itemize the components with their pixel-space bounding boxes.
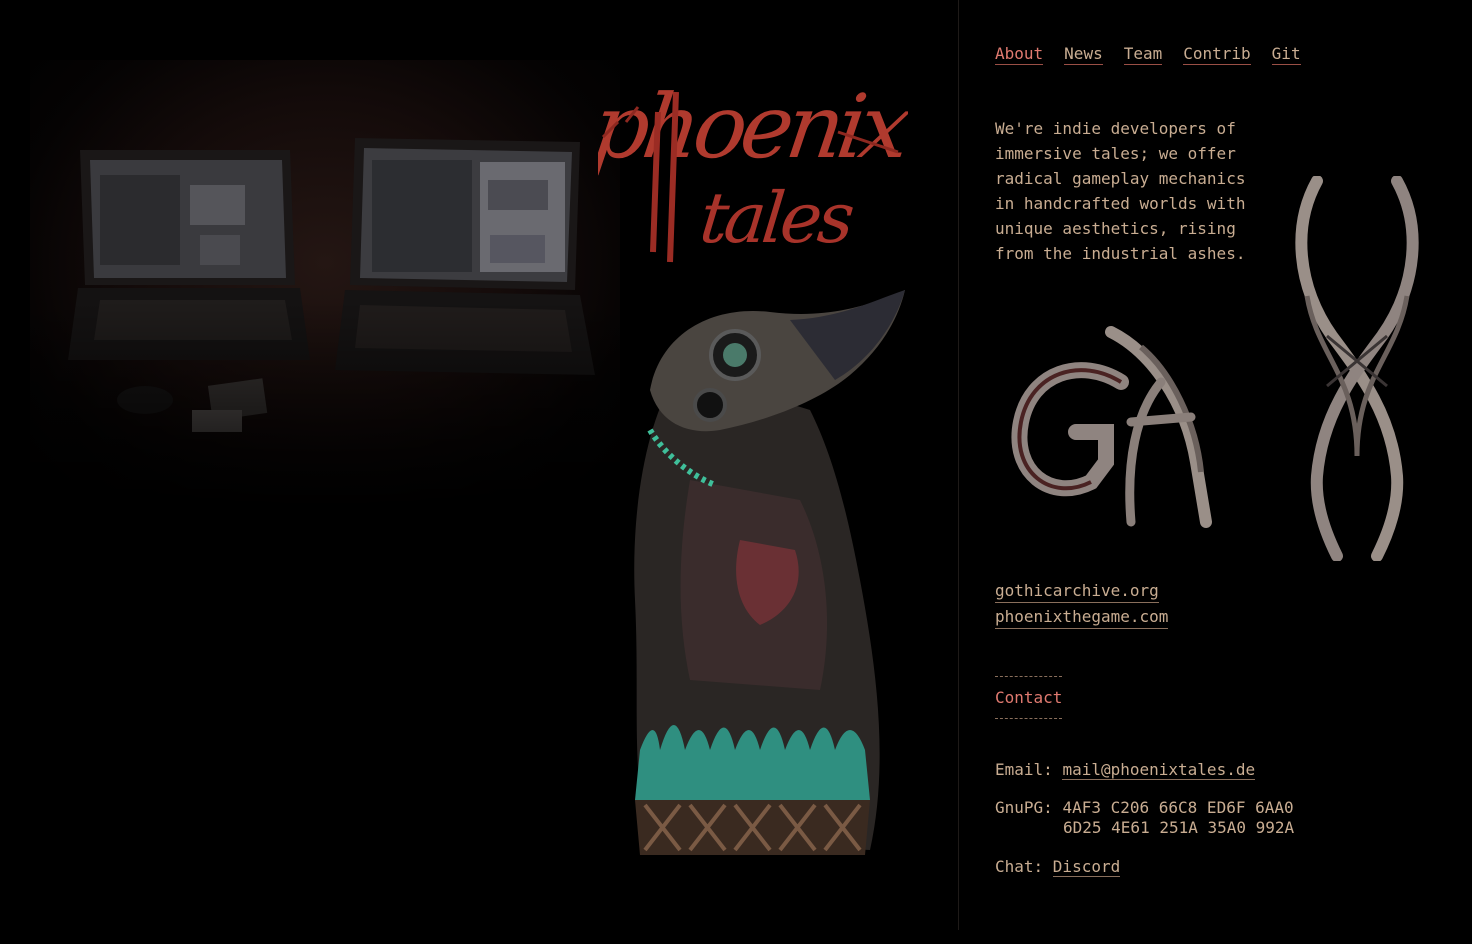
intro-text: We're indie developers of immersive tale… [995, 119, 1246, 263]
nav-news[interactable]: News [1064, 44, 1103, 65]
nav-about[interactable]: About [995, 44, 1044, 65]
photo-fade [0, 300, 640, 540]
email-link[interactable]: mail@phoenixtales.de [1062, 760, 1256, 780]
nav-git[interactable]: Git [1271, 44, 1301, 65]
gnupg-line-2: 6D25 4E61 251A 35A0 992A [1063, 818, 1295, 837]
chat-label: Chat: [995, 857, 1053, 876]
contact-heading: Contact [995, 676, 1062, 719]
email-row: Email: mail@phoenixtales.de [995, 760, 1256, 780]
link-gothicarchive[interactable]: gothicarchive.org [995, 580, 1159, 603]
chat-row: Chat: Discord [995, 857, 1121, 877]
gnupg-row: GnuPG: 4AF3 C206 66C8 ED6F 6AA0 [995, 798, 1294, 818]
gnupg-line-1: 4AF3 C206 66C8 ED6F 6AA0 [1062, 798, 1294, 817]
svg-text:tales: tales [696, 177, 856, 259]
link-phoenixthegame[interactable]: phoenixthegame.com [995, 606, 1169, 629]
email-label: Email: [995, 760, 1063, 779]
phoenix-bird-sculpture [634, 290, 905, 855]
discord-link[interactable]: Discord [1052, 857, 1121, 877]
nav-team[interactable]: Team [1123, 44, 1163, 65]
nav-contrib[interactable]: Contrib [1183, 44, 1251, 65]
svg-text:phoenix: phoenix [598, 75, 908, 177]
gothic-archive-monogram [1011, 326, 1212, 528]
main-nav: About News Team Contrib Git [995, 44, 1301, 65]
project-links: gothicarchive.org phoenixthegame.com [995, 580, 1169, 632]
phoenix-monogram [1295, 176, 1419, 561]
phoenix-tales-logo: phoenix tales [598, 75, 908, 263]
gnupg-label: GnuPG: [995, 798, 1063, 817]
column-divider [958, 0, 959, 930]
hero-art-panel: phoenix tales [0, 0, 958, 944]
